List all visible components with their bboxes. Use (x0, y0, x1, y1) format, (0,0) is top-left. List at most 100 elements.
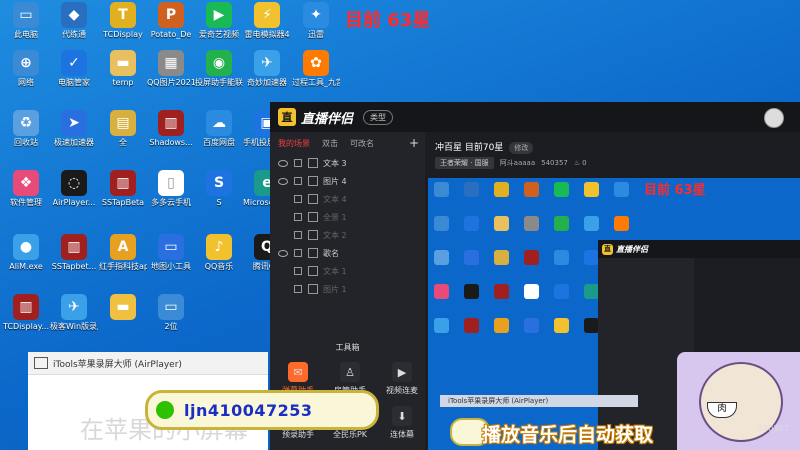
lock-icon[interactable] (294, 231, 302, 239)
desktop-icon-label: 极客Win版录屏助手x64.exe (50, 322, 98, 331)
game-category[interactable]: 王者荣耀 · 国服 (435, 157, 494, 169)
lock-icon[interactable] (294, 267, 302, 275)
desktop-icon[interactable]: ✈ 极客Win版录屏助手x64.exe (50, 294, 98, 331)
desktop-icon[interactable]: ▬ temp (99, 50, 147, 87)
desktop-icon-label: 电脑管家 (58, 78, 90, 87)
desktop-icon-label: 红手指科技apk (99, 262, 147, 271)
preview-desktop-icon (464, 284, 479, 299)
desktop-icon[interactable]: ▥ SSTapBeta (99, 170, 147, 207)
source-type-icon (308, 266, 318, 276)
lock-icon[interactable] (294, 249, 302, 257)
desktop-icon[interactable]: A 红手指科技apk (99, 234, 147, 271)
meme-sticker: 肉 (677, 352, 800, 450)
desktop-icon[interactable]: ➤ 极速加速器 (50, 110, 98, 147)
desktop-icon[interactable]: ♪ QQ音乐 (195, 234, 243, 271)
desktop-icon[interactable]: ▬ (99, 294, 147, 322)
preview-desktop-icon (494, 216, 509, 231)
desktop-icon[interactable]: ⊕ 网络 (2, 50, 50, 87)
app-icon: A (110, 234, 136, 260)
desktop-icon[interactable]: ◉ 投屏助手能联播 (195, 50, 243, 87)
source-item[interactable]: 图片 1 (270, 280, 425, 298)
desktop-icon[interactable]: ✓ 电脑管家 (50, 50, 98, 87)
desktop-icon-label: 此电脑 (14, 30, 38, 39)
tool-button[interactable]: ▶ 视频连麦 (380, 362, 424, 396)
desktop-icon-label: 网络 (18, 78, 34, 87)
lock-icon[interactable] (294, 195, 302, 203)
source-item[interactable]: 文本 2 (270, 226, 425, 244)
app-icon: ⚡ (254, 2, 280, 28)
desktop-icon[interactable]: ❖ 软件管理 (2, 170, 50, 207)
desktop-icon[interactable]: ● AliM.exe (2, 234, 50, 271)
preview-desktop-icon (584, 216, 599, 231)
source-type-icon (308, 194, 318, 204)
desktop-icon-label: TCDisplay (103, 30, 143, 39)
desktop-icon[interactable]: ▭ 地图小工具 (147, 234, 195, 271)
wechat-id: ljn410047253 (184, 400, 313, 420)
source-type-icon (308, 248, 318, 258)
eye-icon[interactable] (278, 249, 288, 257)
desktop-icon[interactable]: ▦ QQ图片20210912... (147, 50, 195, 87)
preview-itools-bar: iTools苹果录屏大师 (AirPlayer) (440, 395, 638, 407)
desktop-icon[interactable]: ♻ 回收站 (2, 110, 50, 147)
tab-rename[interactable]: 可改名 (350, 138, 374, 149)
desktop-icon[interactable]: ⚡ 雷电模拟器4 (243, 2, 291, 39)
source-item[interactable]: 全景 1 (270, 208, 425, 226)
tab-double-click[interactable]: 双击 (322, 138, 338, 149)
desktop-icon[interactable]: ✿ 过程工具_九宫数据删除 (292, 50, 340, 87)
desktop-icon[interactable]: ✈ 奇妙加速器 (243, 50, 291, 87)
tool-icon: ♙ (340, 362, 360, 382)
desktop-icon[interactable]: ▶ 爱奇艺视频 (195, 2, 243, 39)
desktop-icon[interactable]: SS (195, 170, 243, 207)
desktop-icon-label: 雷电模拟器4 (244, 30, 290, 39)
app-icon: P (158, 2, 184, 28)
desktop-icon[interactable]: ☁ 百度网盘 (195, 110, 243, 147)
app-icon: S (206, 170, 232, 196)
add-scene-icon[interactable]: + (409, 136, 419, 150)
tool-label: 视频连麦 (386, 386, 418, 395)
edit-room-button[interactable]: 修改 (509, 142, 534, 154)
lock-icon[interactable] (294, 159, 302, 167)
desktop-icon[interactable]: ▯ 多多云手机 (147, 170, 195, 207)
app-icon: ▭ (158, 234, 184, 260)
desktop-icon-label: 软件管理 (10, 198, 42, 207)
tab-my-scenes[interactable]: 我的场景 (278, 138, 310, 149)
desktop-icon[interactable]: P Potato_De (147, 2, 195, 39)
preview-desktop-icon (524, 318, 539, 333)
source-item[interactable]: 文本 4 (270, 190, 425, 208)
lock-icon[interactable] (294, 177, 302, 185)
desktop-icon[interactable]: ▭ 2位 (147, 294, 195, 331)
tool-icon: ⬇ (392, 406, 412, 426)
app-icon: ● (13, 234, 39, 260)
desktop-icon[interactable]: ▭ 此电脑 (2, 2, 50, 39)
type-button[interactable]: 类型 (363, 109, 394, 125)
desktop-icon[interactable]: ▤ 全 (99, 110, 147, 147)
tool-button[interactable]: ⬇ 连体幕 (380, 406, 424, 440)
source-item[interactable]: 图片 4 (270, 172, 425, 190)
desktop-icon-label: 代练通 (62, 30, 86, 39)
source-item[interactable]: 文本 1 (270, 262, 425, 280)
source-item[interactable]: 歌名 (270, 244, 425, 262)
lock-icon[interactable] (294, 213, 302, 221)
desktop-icon[interactable]: ▥ Shadows... (147, 110, 195, 147)
source-type-icon (308, 230, 318, 240)
eye-icon[interactable] (278, 159, 288, 167)
avatar[interactable] (764, 108, 784, 128)
desktop-icon[interactable]: ✦ 迅雷 (292, 2, 340, 39)
preview-desktop-icon (554, 216, 569, 231)
desktop-icon[interactable]: ▥ SSTapbet... (50, 234, 98, 271)
desktop-icon[interactable]: ◆ 代练通 (50, 2, 98, 39)
desktop-icon[interactable]: ◌ AirPlayer... (50, 170, 98, 207)
desktop-icon-label: Potato_De (150, 30, 192, 39)
desktop-icon-label: 2位 (164, 322, 178, 331)
preview-desktop-icon (554, 284, 569, 299)
eye-icon[interactable] (278, 177, 288, 185)
source-type-icon (308, 158, 318, 168)
app-title-bar: 直 直播伴侣 类型 (270, 102, 800, 132)
app-name: 直播伴侣 (301, 111, 354, 127)
desktop-icon[interactable]: ▥ TCDisplay... (2, 294, 50, 331)
lock-icon[interactable] (294, 285, 302, 293)
app-icon: ☁ (206, 110, 232, 136)
source-item[interactable]: 文本 3 (270, 154, 425, 172)
hot-icon: ♨ (573, 159, 581, 167)
desktop-icon[interactable]: T TCDisplay (99, 2, 147, 39)
